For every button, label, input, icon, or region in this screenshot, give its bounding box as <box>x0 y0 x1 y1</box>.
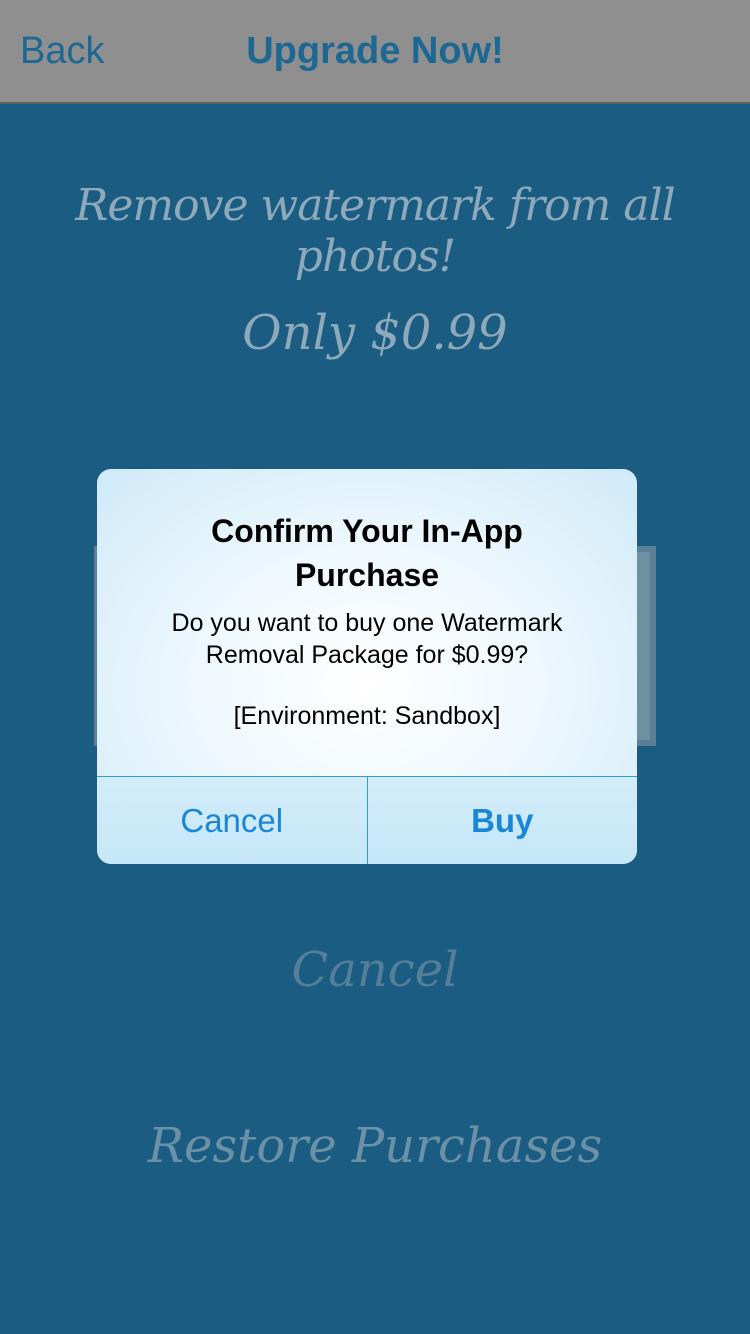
alert-button-row: Cancel Buy <box>97 776 637 864</box>
price-text: Only $0.99 <box>242 305 508 361</box>
navigation-bar: Back Upgrade Now! <box>0 0 750 104</box>
page-title: Upgrade Now! <box>0 30 750 73</box>
alert-cancel-button[interactable]: Cancel <box>97 777 368 864</box>
back-button[interactable]: Back <box>20 30 104 73</box>
alert-body: Confirm Your In-App Purchase Do you want… <box>97 469 637 776</box>
alert-title: Confirm Your In-App Purchase <box>211 513 523 593</box>
alert-buy-button[interactable]: Buy <box>368 777 638 864</box>
purchase-confirm-alert: Confirm Your In-App Purchase Do you want… <box>97 469 637 864</box>
headline-text: Remove watermark from all photos! <box>75 180 675 282</box>
alert-environment: [Environment: Sandbox] <box>233 702 501 730</box>
alert-message: Do you want to buy one Watermark Removal… <box>171 609 563 669</box>
cancel-link[interactable]: Cancel <box>0 942 750 998</box>
page-title-text: Upgrade Now! <box>246 30 504 72</box>
upgrade-screen: Back Upgrade Now! Remove watermark from … <box>0 0 750 1334</box>
restore-purchases-link[interactable]: Restore Purchases <box>0 1118 750 1174</box>
